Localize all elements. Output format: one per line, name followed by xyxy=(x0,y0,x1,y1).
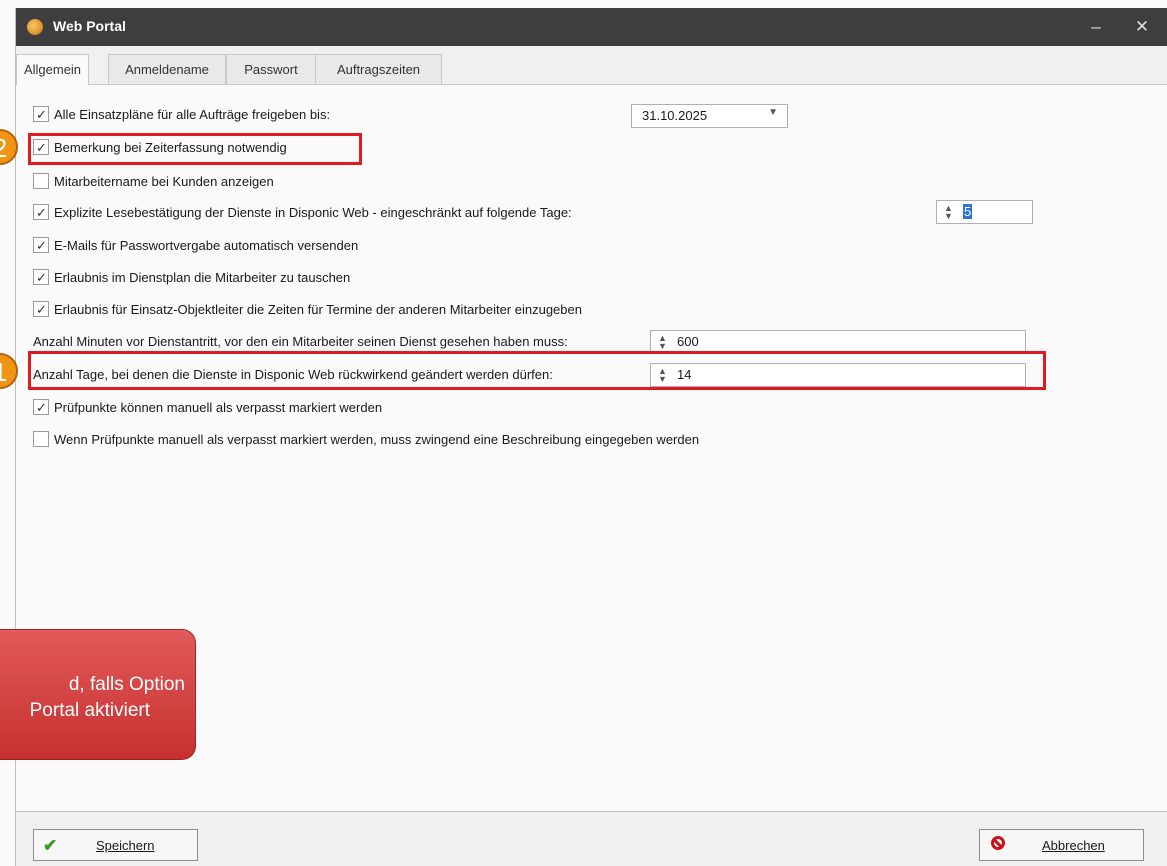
title-bar: Web Portal – ✕ xyxy=(16,8,1167,46)
save-button-label: Speichern xyxy=(96,838,155,853)
release-date-picker[interactable]: 31.10.2025 ▼ xyxy=(631,104,788,128)
allow-swap-label: Erlaubnis im Dienstplan die Mitarbeiter … xyxy=(54,270,351,285)
send-password-emails-checkbox[interactable]: ✓ xyxy=(33,237,49,253)
read-confirmation-days-value: 5 xyxy=(963,204,973,219)
release-plans-checkbox[interactable]: ✓ xyxy=(33,106,49,122)
cancel-icon xyxy=(991,836,1005,850)
show-employee-name-checkbox[interactable] xyxy=(33,173,49,189)
minimize-button[interactable]: – xyxy=(1081,14,1111,40)
tab-strip: Allgemein Anmeldename Passwort Auftragsz… xyxy=(16,54,1167,85)
highlight-box-1 xyxy=(28,351,1046,390)
spinner-arrows-icon[interactable]: ▲ ▼ xyxy=(944,204,953,221)
read-confirmation-days-spinner[interactable]: ▲ ▼ 5 xyxy=(936,200,1033,224)
tab-anmeldename[interactable]: Anmeldename xyxy=(108,54,226,84)
tab-auftragszeiten[interactable]: Auftragszeiten xyxy=(315,54,442,84)
dialog-footer: ✔ Speichern Abbrechen xyxy=(16,811,1167,866)
minutes-before-shift-value: 600 xyxy=(677,334,699,349)
tab-passwort[interactable]: Passwort xyxy=(226,54,316,84)
callout-line-1: d, falls Option xyxy=(68,674,185,695)
window-title: Web Portal xyxy=(53,18,126,34)
release-plans-label: Alle Einsatzpläne für alle Aufträge frei… xyxy=(54,107,331,122)
check-icon: ✔ xyxy=(43,836,58,855)
highlight-box-2 xyxy=(28,133,362,165)
allow-object-leader-label: Erlaubnis für Einsatz-Objektleiter die Z… xyxy=(54,302,582,317)
read-confirmation-label: Explizite Lesebestätigung der Dienste in… xyxy=(54,205,572,220)
callout-tooltip: d, falls Option Portal aktiviert xyxy=(0,629,196,760)
minutes-before-shift-label: Anzahl Minuten vor Dienstantritt, vor de… xyxy=(33,334,568,349)
callout-line-2: Portal aktiviert xyxy=(29,700,150,721)
cancel-button[interactable]: Abbrechen xyxy=(979,829,1144,861)
send-password-emails-label: E-Mails für Passwortvergabe automatisch … xyxy=(54,238,359,253)
save-button[interactable]: ✔ Speichern xyxy=(33,829,198,861)
chevron-down-icon[interactable]: ▼ xyxy=(768,107,778,118)
checkpoints-description-checkbox[interactable] xyxy=(33,431,49,447)
allow-object-leader-checkbox[interactable]: ✓ xyxy=(33,301,49,317)
tab-allgemein[interactable]: Allgemein xyxy=(16,54,89,85)
show-employee-name-label: Mitarbeitername bei Kunden anzeigen xyxy=(54,174,274,189)
cancel-button-label: Abbrechen xyxy=(1042,838,1105,853)
allow-swap-checkbox[interactable]: ✓ xyxy=(33,269,49,285)
release-date-value: 31.10.2025 xyxy=(642,108,708,123)
checkpoints-missed-checkbox[interactable]: ✓ xyxy=(33,399,49,415)
checkpoints-description-label: Wenn Prüfpunkte manuell als verpasst mar… xyxy=(54,432,700,447)
close-button[interactable]: ✕ xyxy=(1127,14,1157,40)
spinner-arrows-icon[interactable]: ▲ ▼ xyxy=(658,334,667,351)
checkpoints-missed-label: Prüfpunkte können manuell als verpasst m… xyxy=(54,400,383,415)
app-logo-icon xyxy=(27,19,43,35)
read-confirmation-checkbox[interactable]: ✓ xyxy=(33,204,49,220)
